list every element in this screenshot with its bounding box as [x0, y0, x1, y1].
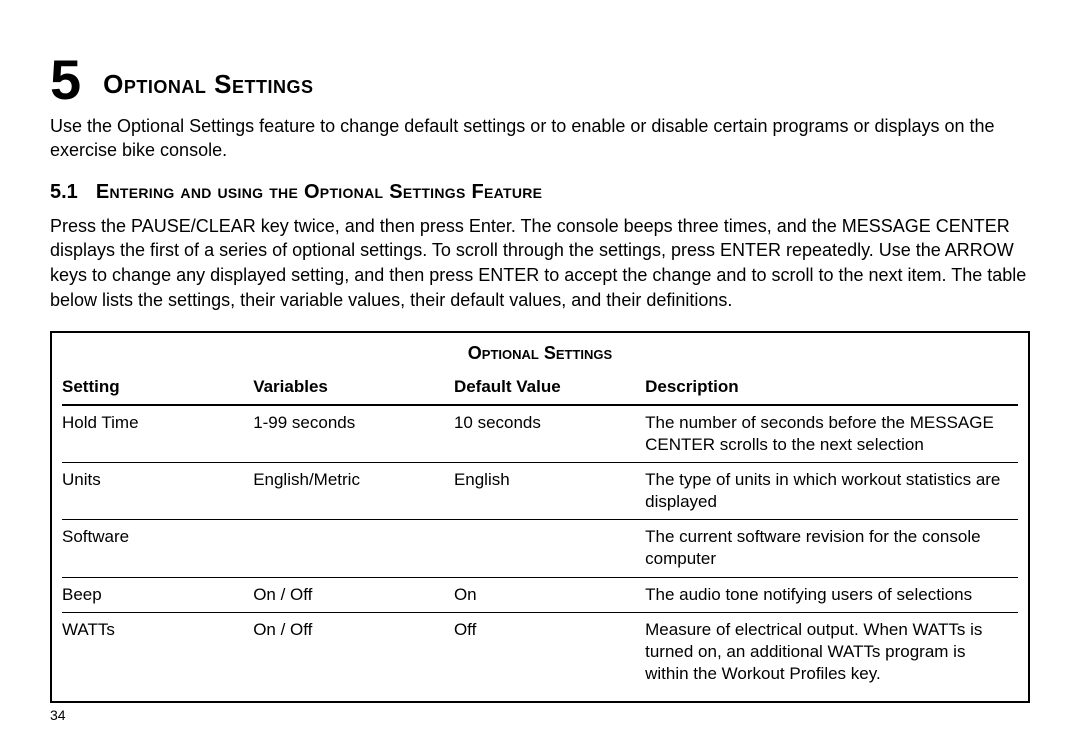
cell-setting: Beep	[62, 577, 253, 612]
table-row: Hold Time1-99 seconds10 secondsThe numbe…	[62, 405, 1018, 463]
table-row: Software The current software revision fo…	[62, 520, 1018, 577]
col-default: Default Value	[454, 370, 645, 405]
chapter-title: Optional Settings	[103, 69, 313, 100]
cell-variables: On / Off	[253, 577, 454, 612]
section-number: 5.1	[50, 181, 78, 204]
cell-description: Measure of electrical output. When WATTs…	[645, 612, 1018, 691]
col-setting: Setting	[62, 370, 253, 405]
table-row: BeepOn / OffOnThe audio tone notifying u…	[62, 577, 1018, 612]
cell-default: English	[454, 463, 645, 520]
section-title: Entering and using the Optional Settings…	[96, 181, 543, 204]
cell-setting: WATTs	[62, 612, 253, 691]
settings-table: Setting Variables Default Value Descript…	[62, 370, 1018, 691]
section-heading: 5.1 Entering and using the Optional Sett…	[50, 181, 1030, 204]
cell-variables: On / Off	[253, 612, 454, 691]
col-description: Description	[645, 370, 1018, 405]
table-body: Hold Time1-99 seconds10 secondsThe numbe…	[62, 405, 1018, 691]
cell-default	[454, 520, 645, 577]
settings-table-wrap: Optional Settings Setting Variables Defa…	[50, 331, 1030, 703]
cell-default: Off	[454, 612, 645, 691]
cell-setting: Units	[62, 463, 253, 520]
cell-description: The number of seconds before the MESSAGE…	[645, 405, 1018, 463]
chapter-heading: 5 Optional Settings	[50, 52, 1030, 108]
cell-setting: Hold Time	[62, 405, 253, 463]
table-header-row: Setting Variables Default Value Descript…	[62, 370, 1018, 405]
cell-variables: English/Metric	[253, 463, 454, 520]
cell-variables	[253, 520, 454, 577]
cell-setting: Software	[62, 520, 253, 577]
page: 5 Optional Settings Use the Optional Set…	[0, 0, 1080, 743]
cell-variables: 1-99 seconds	[253, 405, 454, 463]
chapter-number: 5	[50, 52, 81, 108]
cell-default: On	[454, 577, 645, 612]
cell-default: 10 seconds	[454, 405, 645, 463]
chapter-intro: Use the Optional Settings feature to cha…	[50, 114, 1030, 163]
col-variables: Variables	[253, 370, 454, 405]
table-title: Optional Settings	[62, 343, 1018, 364]
table-row: WATTsOn / OffOffMeasure of electrical ou…	[62, 612, 1018, 691]
cell-description: The current software revision for the co…	[645, 520, 1018, 577]
table-row: UnitsEnglish/MetricEnglishThe type of un…	[62, 463, 1018, 520]
page-number: 34	[50, 707, 1030, 723]
section-body: Press the PAUSE/CLEAR key twice, and the…	[50, 214, 1030, 313]
cell-description: The audio tone notifying users of select…	[645, 577, 1018, 612]
cell-description: The type of units in which workout stati…	[645, 463, 1018, 520]
